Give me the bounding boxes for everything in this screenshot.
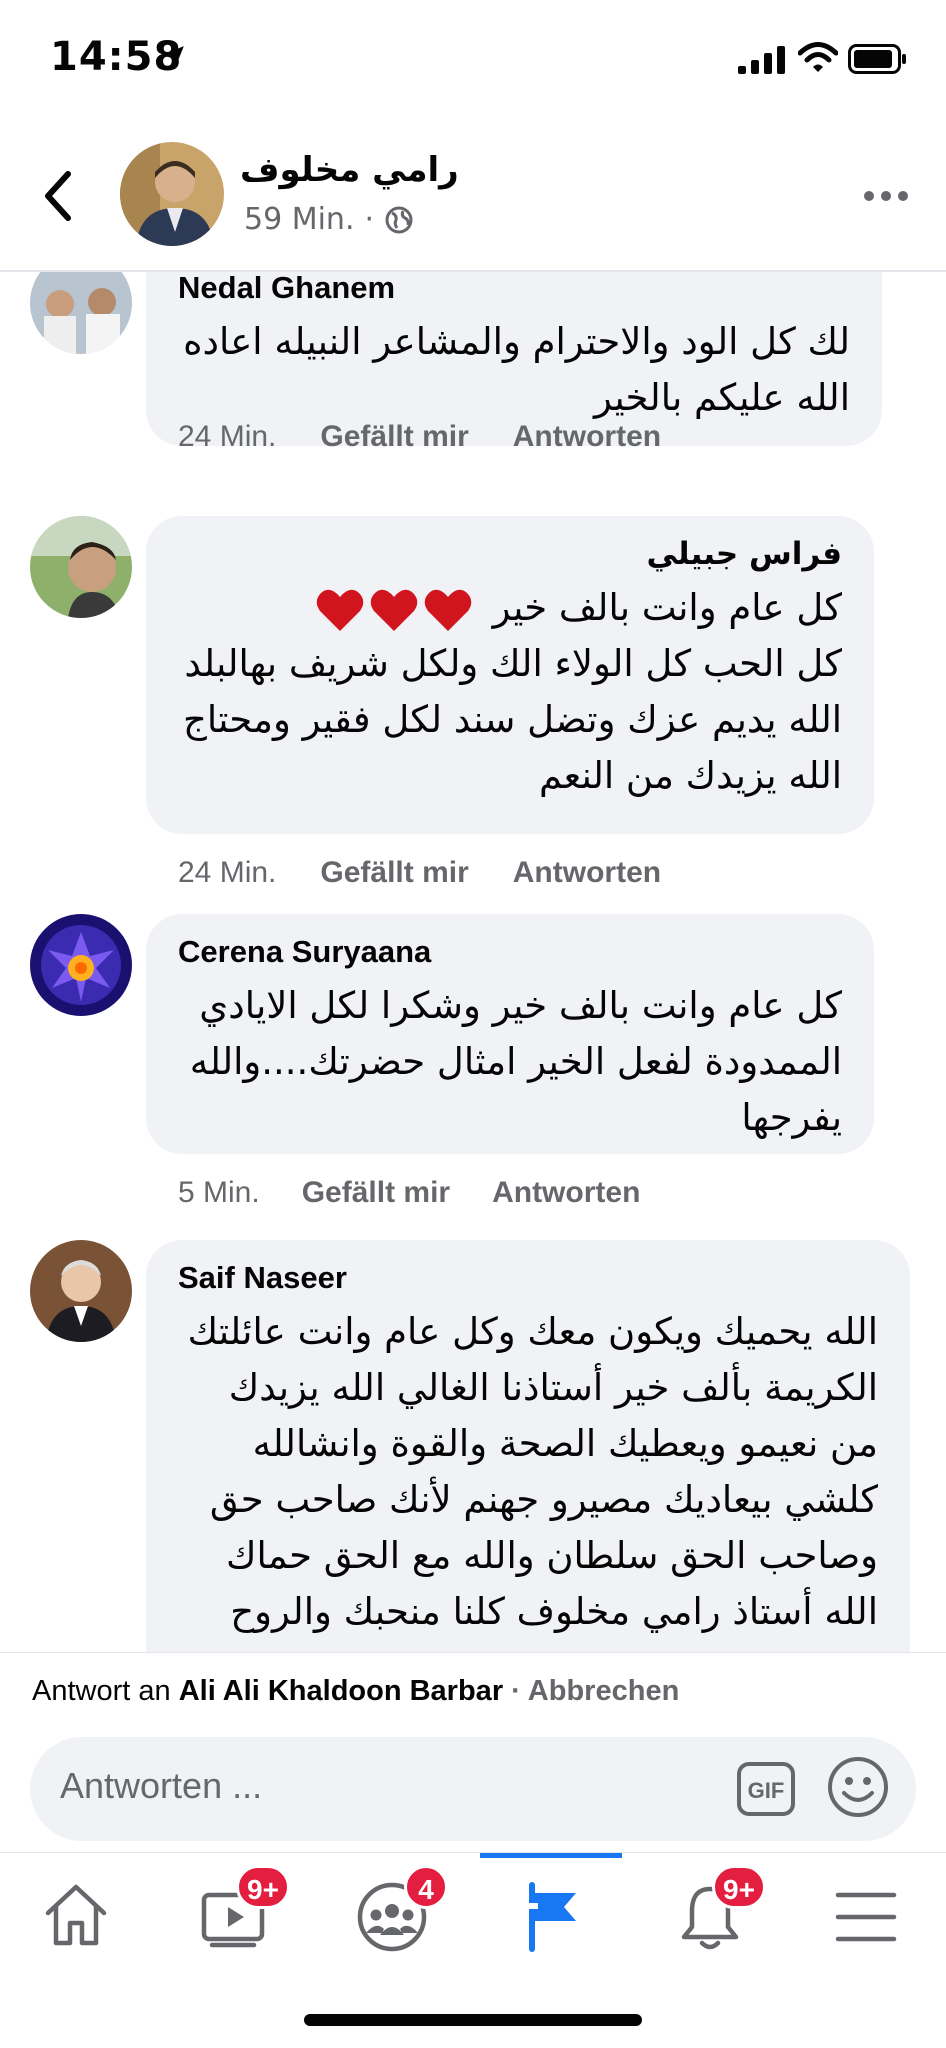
more-options-icon[interactable] [862, 188, 910, 204]
commenter-name[interactable]: Cerena Suryaana [178, 934, 842, 970]
comment-feed[interactable]: Nedal Ghanem لك كل الود والاحترام والمشا… [0, 272, 946, 1652]
commenter-name[interactable]: Nedal Ghanem [178, 272, 850, 306]
emoji-smile-icon[interactable] [826, 1755, 890, 1819]
hearts-emoji [315, 587, 473, 633]
comment-text-line: من نعيمو ويعطيك الصحة والقوة وانشالله [252, 1422, 878, 1465]
like-button[interactable]: Gefällt mir [320, 420, 468, 454]
watch-badge: 9+ [236, 1865, 290, 1909]
comment-text-line: الله عليكم بالخير [593, 376, 850, 419]
reply-button[interactable]: Antworten [513, 856, 661, 890]
comment-text-line: الكريمة بألف خير أستاذنا الغالي الله يزي… [228, 1366, 878, 1409]
comment-bubble: Cerena Suryaana كل عام وانت بالف خير وشك… [146, 914, 874, 1154]
comment-time: 5 Min. [178, 1176, 260, 1209]
commenter-name[interactable]: Saif Naseer [178, 1260, 878, 1296]
commenter-avatar[interactable] [30, 516, 132, 618]
comment-text-line: الله يزيدك من النعم [538, 754, 842, 797]
reply-target-line: Antwort an Ali Ali Khaldoon Barbar · Abb… [32, 1675, 679, 1708]
comment-text-line: وصاحب الحق سلطان والله مع الحق حماك [225, 1534, 878, 1577]
comment-text-line: الله يديم عزك وتضل سند لكل فقير ومحتاج [182, 698, 842, 741]
svg-text:GIF: GIF [748, 1778, 785, 1803]
commenter-name[interactable]: فراس جبيلي [178, 536, 842, 572]
post-time: 59 Min. [244, 202, 355, 237]
reply-button[interactable]: Antworten [492, 1176, 640, 1210]
post-header: رامي مخلوف 59 Min. · [0, 120, 946, 272]
comment-time: 24 Min. [178, 856, 277, 889]
back-arrow-icon[interactable] [40, 168, 74, 224]
comment-text-line: كلشي بيعاديك مصيرو جهنم لأنك صاحب حق [209, 1478, 878, 1521]
flag-icon [526, 1882, 576, 1952]
cancel-reply-button[interactable]: · Abbrechen [511, 1675, 679, 1707]
tab-menu[interactable] [828, 1875, 908, 1955]
post-meta: 59 Min. · [244, 202, 414, 237]
home-indicator [304, 2014, 642, 2026]
comment-text-line: فداك [178, 1640, 878, 1652]
heart-icon [370, 589, 418, 631]
comment-text-line: كل الحب كل الولاء الك ولكل شريف بهالبلد [184, 642, 842, 685]
comment-bubble: فراس جبيلي كل عام وانت بالف خير كل الحب … [146, 516, 874, 834]
comment-text-line: الله يحميك ويكون معك وكل عام وانت عائلتك [187, 1310, 878, 1353]
post-author-name[interactable]: رامي مخلوف [240, 150, 459, 190]
comment-time: 24 Min. [178, 420, 277, 453]
like-button[interactable]: Gefällt mir [320, 856, 468, 890]
commenter-avatar[interactable] [30, 914, 132, 1016]
globe-icon [385, 206, 413, 233]
reply-button[interactable]: Antworten [513, 420, 661, 454]
home-icon [45, 1884, 107, 1946]
comment-actions: 5 Min. Gefällt mir Antworten [178, 1176, 640, 1210]
tab-pages[interactable] [512, 1875, 592, 1955]
comment-text-line: لك كل الود والاحترام والمشاعر النبيله اع… [183, 320, 850, 363]
reply-composer: Antwort an Ali Ali Khaldoon Barbar · Abb… [0, 1652, 946, 1852]
groups-badge: 4 [404, 1865, 448, 1909]
status-bar: 14:58 [0, 0, 946, 120]
comment-actions: 24 Min. Gefällt mir Antworten [178, 420, 661, 454]
notifications-badge: 9+ [712, 1865, 766, 1909]
heart-icon [316, 589, 364, 631]
comment-text-line: كل عام وانت بالف خير وشكرا لكل الايادي [199, 984, 842, 1027]
comment-bubble: Saif Naseer الله يحميك ويكون معك وكل عام… [146, 1240, 910, 1652]
comment-text-segment: كل عام وانت بالف خير [492, 586, 842, 629]
menu-icon [835, 1892, 897, 1942]
meta-separator: · [364, 202, 375, 237]
profile-avatar[interactable] [120, 142, 224, 246]
commenter-avatar[interactable] [30, 272, 132, 354]
heart-icon [424, 589, 472, 631]
comment-actions: 24 Min. Gefällt mir Antworten [178, 856, 661, 890]
commenter-avatar[interactable] [30, 1240, 132, 1342]
comment-text-line: الممدودة لفعل الخير امثال حضرتك....والله [189, 1040, 842, 1083]
comment-text-line: الله أستاذ رامي مخلوف كلنا منحبك والروح [230, 1590, 878, 1633]
reply-target-name[interactable]: Ali Ali Khaldoon Barbar [179, 1675, 503, 1707]
comment-text-line: يفرجها [741, 1096, 842, 1139]
wifi-icon [798, 42, 838, 72]
battery-icon [848, 44, 906, 74]
gif-icon[interactable]: GIF [736, 1761, 796, 1817]
reply-input-placeholder[interactable]: Antworten ... [60, 1765, 262, 1807]
reply-prefix: Antwort an [32, 1675, 171, 1707]
reply-input[interactable]: Antworten ... GIF [30, 1737, 916, 1841]
like-button[interactable]: Gefällt mir [302, 1176, 450, 1210]
cellular-signal-icon [738, 46, 785, 74]
tab-home[interactable] [36, 1875, 116, 1955]
location-arrow-icon [162, 46, 184, 68]
comment-text-line: كل عام وانت بالف خير [178, 580, 842, 636]
active-tab-indicator [480, 1853, 622, 1858]
